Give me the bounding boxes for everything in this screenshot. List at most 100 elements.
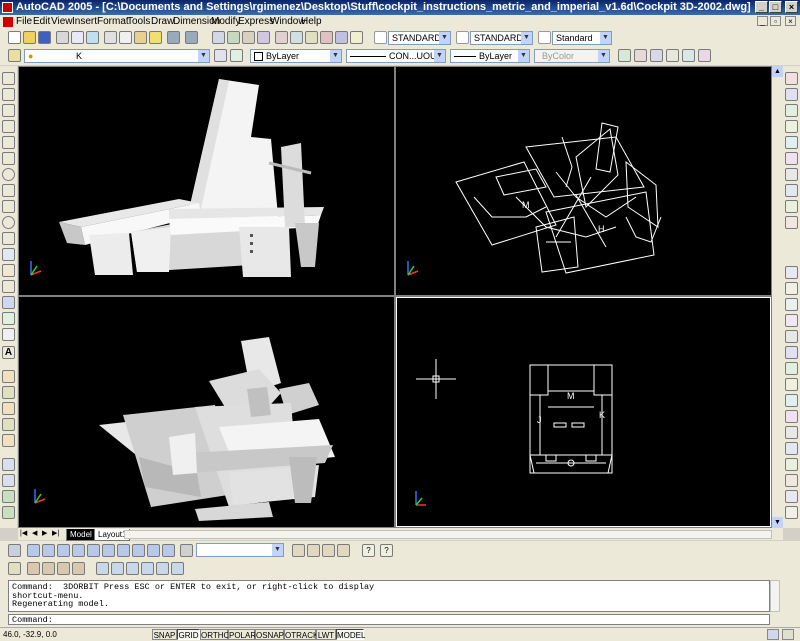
pan-3d-icon[interactable] [171,562,184,575]
layer-manager-icon[interactable] [8,49,21,62]
command-scrollbar[interactable] [770,580,780,612]
grid-toggle[interactable]: GRID [177,629,200,640]
materials-icon[interactable] [698,49,711,62]
menu-draw[interactable]: Draw [151,16,174,27]
menu-express[interactable]: Express [238,16,274,27]
plot-icon[interactable] [56,31,69,44]
dim-radius-icon[interactable] [785,410,798,423]
explode-icon[interactable] [785,346,798,359]
baseline-dim-icon[interactable] [785,474,798,487]
dim-linear-icon[interactable] [785,362,798,375]
viewport-top-right[interactable]: M H [396,67,771,295]
polyline-icon[interactable] [2,104,15,117]
swivel-icon[interactable] [126,562,139,575]
maximize-button[interactable]: □ [769,1,782,13]
help-icon[interactable] [350,31,363,44]
copy-object-icon[interactable] [2,386,15,399]
hatch-icon[interactable] [2,296,15,309]
command-input[interactable]: Command: [8,614,770,625]
scroll-down-icon[interactable]: ▼ [772,517,783,528]
save-icon[interactable] [38,31,51,44]
lineweight-select[interactable]: ByLayer ▼ [450,49,530,63]
region-icon[interactable] [2,312,15,325]
spline-icon[interactable] [2,200,15,213]
otrack-toggle[interactable]: OTRACK [284,629,318,640]
menu-insert[interactable]: Insert [72,16,97,27]
help-question-icon[interactable]: ? [380,544,393,557]
layer-previous-icon[interactable] [230,49,243,62]
erase-icon[interactable] [2,370,15,383]
viewport-bottom-left[interactable] [19,297,394,527]
named-view-select[interactable]: ▼ [196,543,284,557]
doc-restore-button[interactable]: ▫ [770,16,781,26]
view-left-icon[interactable] [57,544,70,557]
scale-icon[interactable] [785,184,798,197]
rotate-icon[interactable] [2,506,15,519]
viewport-top-left[interactable] [19,67,394,295]
circle-icon[interactable] [2,168,15,181]
redo-icon[interactable] [185,31,198,44]
doc-close-button[interactable]: × [785,16,796,26]
make-current-layer-icon[interactable] [214,49,227,62]
menu-tools[interactable]: Tools [127,16,150,27]
copy-icon[interactable] [119,31,132,44]
ucs-world-icon[interactable] [292,544,305,557]
dim-style-select[interactable]: STANDARD ▼ [470,31,533,45]
hidden-icon[interactable] [57,562,70,575]
minimize-button[interactable]: _ [755,1,768,13]
color-select[interactable]: ByLayer ▼ [250,49,342,63]
rectangle-icon[interactable] [2,136,15,149]
markup-icon[interactable] [335,31,348,44]
properties-icon[interactable] [275,31,288,44]
flat-shaded-icon[interactable] [27,562,40,575]
viewport-bottom-right-active[interactable]: M J K [396,297,771,527]
zoom-previous-icon[interactable] [257,31,270,44]
point-icon[interactable] [2,280,15,293]
mirror-right-icon[interactable] [785,104,798,117]
polar-toggle[interactable]: POLAR [228,629,256,640]
shade-icon[interactable] [634,49,647,62]
ellipse-icon[interactable] [2,216,15,229]
horizontal-scrollbar[interactable] [124,530,772,539]
menu-file[interactable]: File [16,16,32,27]
ucs-previous-icon[interactable] [307,544,320,557]
next-tab-icon[interactable]: ▶ [42,529,47,537]
menu-view[interactable]: View [51,16,73,27]
layer-select[interactable]: ● K ▼ [24,49,210,63]
communication-center-icon[interactable] [767,629,779,640]
gouraud-shaded-icon[interactable] [42,562,55,575]
view-right-icon[interactable] [72,544,85,557]
arc-icon[interactable] [2,152,15,165]
copy-right-icon[interactable] [785,88,798,101]
zoom-icon[interactable] [2,458,15,471]
se-iso-icon[interactable] [132,544,145,557]
last-tab-icon[interactable]: ▶| [52,529,59,537]
nw-iso-icon[interactable] [162,544,175,557]
offset-right-icon[interactable] [785,120,798,133]
cut-icon[interactable] [104,31,117,44]
continuous-orbit-icon[interactable] [111,562,124,575]
orbit-3d-icon[interactable] [96,562,109,575]
polygon-icon[interactable] [2,120,15,133]
snap-toggle[interactable]: SNAP [152,629,177,640]
camera-icon[interactable] [666,49,679,62]
fillet-icon[interactable] [785,330,798,343]
menu-help[interactable]: Help [301,16,322,27]
rotate-right-icon[interactable] [785,168,798,181]
sw-iso-icon[interactable] [117,544,130,557]
line-icon[interactable] [2,72,15,85]
menu-modify[interactable]: Modify [211,16,240,27]
document-icon[interactable] [3,17,13,27]
chamfer-icon[interactable] [785,314,798,327]
zoom-window-icon[interactable] [242,31,255,44]
publish-icon[interactable] [86,31,99,44]
status-menu-icon[interactable] [782,629,794,640]
insert-block-icon[interactable] [2,248,15,261]
revision-cloud-icon[interactable] [2,184,15,197]
move-icon[interactable] [2,490,15,503]
dbconnect-icon[interactable] [320,31,333,44]
paste-icon[interactable] [134,31,147,44]
stretch-icon[interactable] [785,200,798,213]
move-right-icon[interactable] [785,152,798,165]
mirror-icon[interactable] [2,402,15,415]
